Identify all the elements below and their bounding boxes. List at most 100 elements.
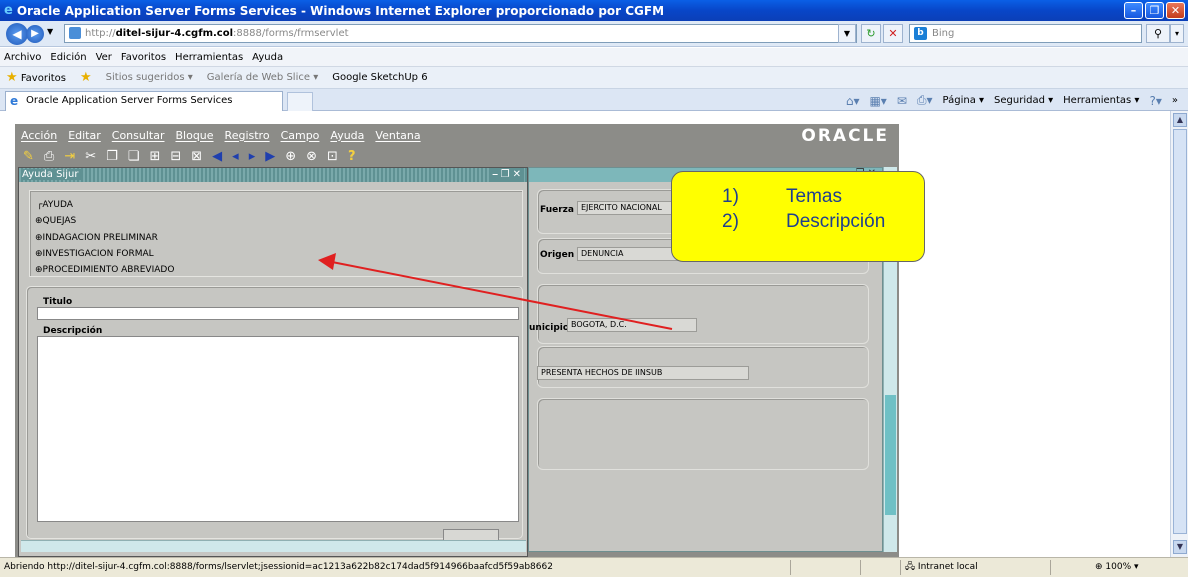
cmd-herramientas[interactable]: Herramientas ▾ [1063, 95, 1139, 106]
dialog-title-bar[interactable]: Ayuda Sijur ⎯❐✕ [19, 168, 527, 182]
cut-icon[interactable]: ✂ [85, 149, 96, 164]
url-path: :8888/forms/frmservlet [233, 28, 349, 39]
zoom-control[interactable]: ⊕ 100% ▾ [1095, 558, 1139, 577]
forms-menu-registro[interactable]: Registro [225, 129, 270, 142]
back-button[interactable]: ◀ [6, 23, 28, 45]
menu-herramientas[interactable]: Herramientas [175, 52, 243, 63]
new-tab-button[interactable] [287, 92, 313, 111]
feeds-icon[interactable]: ▦▾ [869, 94, 886, 108]
dialog-window-controls[interactable]: ⎯❐✕ [489, 168, 524, 182]
forms-menu-bloque[interactable]: Bloque [175, 129, 213, 142]
callout-item-1-text: Temas [786, 186, 842, 207]
insert-record-icon[interactable]: ⊕ [285, 149, 296, 164]
next-block-icon[interactable]: ▶ [265, 149, 275, 164]
enter-query-icon[interactable]: ⊞ [149, 149, 160, 164]
oracle-logo: ORACLE [801, 126, 889, 146]
tree-item-indagacion[interactable]: ⊕INDAGACION PRELIMINAR [35, 233, 158, 243]
more-chevron-icon[interactable]: » [1172, 95, 1178, 106]
mail-icon[interactable]: ✉ [897, 94, 907, 108]
refresh-icon: ↻ [866, 27, 876, 40]
print-icon[interactable]: ⎙▾ [917, 93, 933, 108]
favorites-bar: ★ Favoritos ★ Sitios sugeridos ▾ Galería… [0, 67, 1188, 89]
forms-menu-campo[interactable]: Campo [281, 129, 320, 142]
minimize-button[interactable]: – [1124, 2, 1143, 19]
scroll-down-icon[interactable]: ▼ [1173, 540, 1187, 554]
delete-record-icon[interactable]: ⊗ [306, 149, 317, 164]
forms-menu-consultar[interactable]: Consultar [112, 129, 165, 142]
forward-button[interactable]: ▶ [26, 25, 44, 43]
fav-google-sketchup[interactable]: Google SketchUp 6 [332, 72, 427, 83]
help-question-icon[interactable]: ? [348, 149, 356, 164]
favorites-button[interactable]: ★ Favoritos [6, 70, 66, 85]
next-record-icon[interactable]: ▸ [249, 149, 256, 164]
tree-item-quejas[interactable]: ⊕QUEJAS [35, 216, 76, 226]
command-bar: ⌂▾ ▦▾ ✉ ⎙▾ Página ▾ Seguridad ▾ Herramie… [846, 93, 1178, 108]
dialog-action-button[interactable] [443, 529, 499, 540]
menu-favoritos[interactable]: Favoritos [121, 52, 166, 63]
copy-icon[interactable]: ❐ [106, 149, 118, 164]
tree-item-procedimiento[interactable]: ⊕PROCEDIMIENTO ABREVIADO [35, 265, 174, 275]
tree-root-ayuda[interactable]: ┌AYUDA [37, 200, 73, 210]
stop-button[interactable]: ✕ [883, 24, 903, 43]
fav-galeria-web-slice[interactable]: Galería de Web Slice ▾ [207, 72, 318, 83]
refresh-button[interactable]: ↻ [861, 24, 881, 43]
close-button[interactable]: ✕ [1166, 2, 1185, 19]
print-form-icon[interactable]: ⎙ [44, 149, 54, 164]
tree-item-label: INDAGACION PRELIMINAR [42, 233, 158, 243]
execute-query-icon[interactable]: ⊟ [170, 149, 181, 164]
menu-ayuda[interactable]: Ayuda [252, 52, 283, 63]
menu-ver[interactable]: Ver [96, 52, 112, 63]
menu-edicion[interactable]: Edición [50, 52, 86, 63]
search-options-button[interactable]: ▾ [1170, 24, 1184, 43]
status-separator [1050, 560, 1051, 575]
url-prefix: http:// [85, 28, 116, 39]
url-host: ditel-sijur-4.cgfm.col [115, 28, 234, 39]
security-zone[interactable]: 🖧 Intranet local [905, 558, 978, 577]
cmd-pagina[interactable]: Página ▾ [943, 95, 985, 106]
forms-menu-ventana[interactable]: Ventana [375, 129, 420, 142]
menu-archivo[interactable]: Archivo [4, 52, 41, 63]
add-favorite-icon[interactable]: ★ [80, 70, 92, 85]
tab-ie-icon: e [10, 94, 19, 108]
callout-item-1-num: 1) [722, 186, 739, 207]
star-icon: ★ [6, 70, 18, 85]
previous-block-icon[interactable]: ◀ [212, 149, 222, 164]
cmd-seguridad[interactable]: Seguridad ▾ [994, 95, 1053, 106]
page-scroll-thumb[interactable] [1173, 129, 1187, 534]
window-title-bar[interactable]: e Oracle Application Server Forms Servic… [0, 0, 1188, 21]
forward-arrow-icon: ▶ [31, 28, 39, 39]
tree-item-investigacion[interactable]: ⊕INVESTIGACION FORMAL [35, 249, 154, 259]
forms-menu-editar[interactable]: Editar [68, 129, 101, 142]
forms-toolbar: ✎ ⎙ ⇥ ✂ ❐ ❏ ⊞ ⊟ ⊠ ◀ ◂ ▸ ▶ ⊕ ⊗ ⊡ ? [15, 146, 899, 166]
bgform-scroll-thumb[interactable] [885, 395, 896, 515]
search-button[interactable]: ⚲ [1146, 24, 1170, 43]
address-toolbar: ◀ ▶ ▼ http://ditel-sijur-4.cgfm.col:8888… [0, 21, 1188, 47]
forms-menu-accion[interactable]: Acción [21, 129, 57, 142]
history-dropdown-icon[interactable]: ▼ [47, 27, 53, 36]
paste-icon[interactable]: ❏ [128, 149, 140, 164]
previous-record-icon[interactable]: ◂ [232, 149, 239, 164]
page-vertical-scrollbar[interactable]: ▲ ▼ [1170, 111, 1188, 557]
help-icon[interactable]: ?▾ [1149, 94, 1161, 108]
titulo-input[interactable] [37, 307, 519, 320]
intranet-icon: 🖧 [905, 562, 916, 572]
maximize-button[interactable]: ❐ [1145, 2, 1164, 19]
home-icon[interactable]: ⌂▾ [846, 94, 860, 108]
cancel-query-icon[interactable]: ⊠ [191, 149, 202, 164]
ayuda-sijur-dialog: Ayuda Sijur ⎯❐✕ ┌AYUDA ⊕QUEJAS ⊕INDAGACI… [18, 167, 528, 557]
save-icon[interactable]: ✎ [23, 149, 34, 164]
lock-record-icon[interactable]: ⊡ [327, 149, 338, 164]
municipio-field[interactable]: BOGOTA, D.C. [567, 318, 697, 332]
exit-icon[interactable]: ⇥ [64, 149, 75, 164]
forms-menu-ayuda[interactable]: Ayuda [330, 129, 364, 142]
hechos-field[interactable]: PRESENTA HECHOS DE IINSUB [537, 366, 749, 380]
address-dropdown-button[interactable]: ▼ [838, 24, 856, 43]
ie-logo-icon: e [4, 3, 13, 18]
scroll-up-icon[interactable]: ▲ [1173, 113, 1187, 127]
descripcion-textarea[interactable] [37, 336, 519, 522]
dialog-horizontal-scrollbar[interactable] [21, 540, 526, 552]
tab-oracle-forms[interactable]: e Oracle Application Server Forms Servic… [5, 91, 283, 111]
search-input[interactable]: b Bing [909, 24, 1142, 43]
fav-sitios-sugeridos[interactable]: Sitios sugeridos ▾ [106, 72, 193, 83]
address-input[interactable]: http://ditel-sijur-4.cgfm.col:8888/forms… [64, 24, 857, 43]
